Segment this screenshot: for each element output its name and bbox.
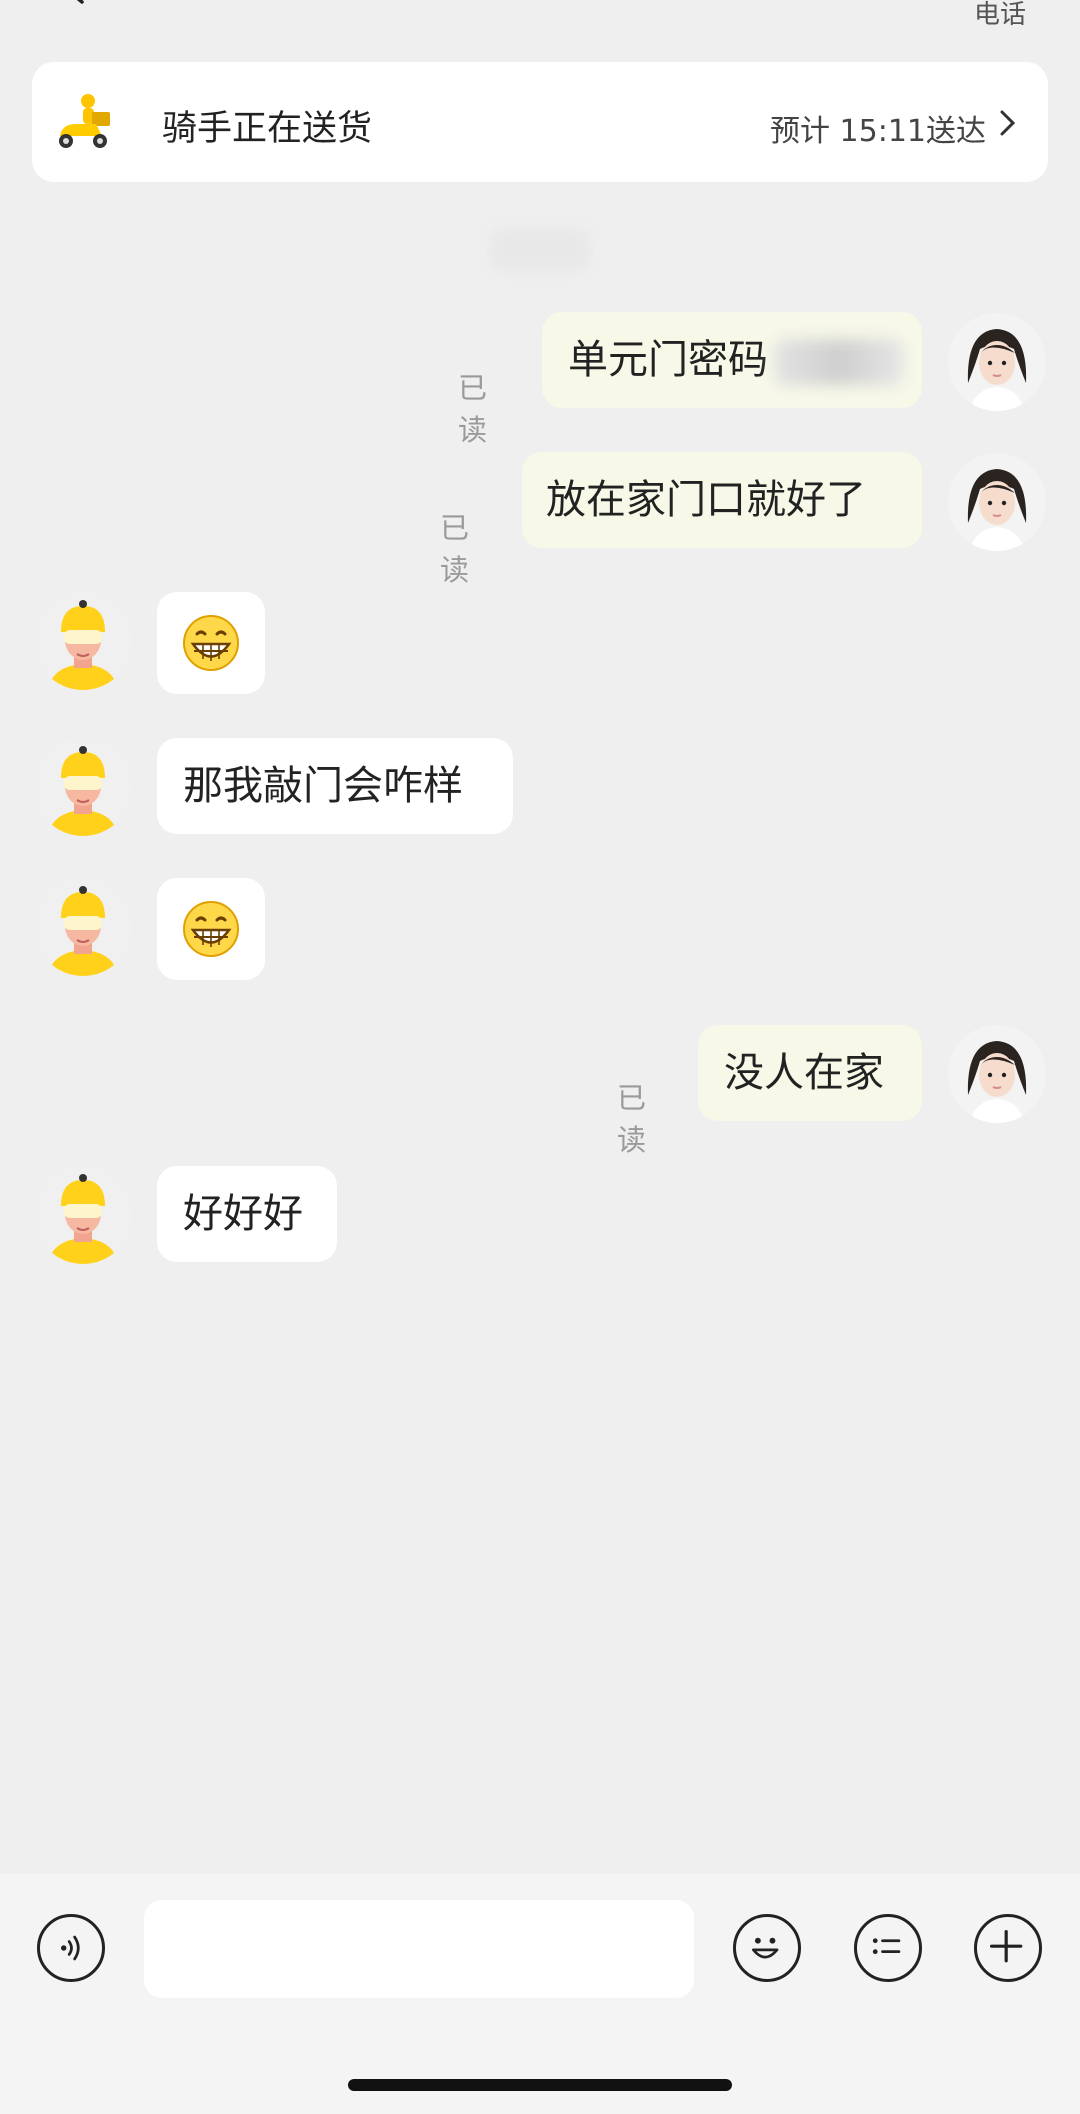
user-avatar[interactable] (948, 1025, 1046, 1123)
message-bubble[interactable]: 好好好 (157, 1166, 337, 1262)
message-bubble[interactable]: 单元门密码 (542, 312, 922, 408)
grin-emoji-icon (183, 901, 239, 957)
voice-button[interactable] (37, 1914, 105, 1982)
read-label: 已读 (458, 371, 488, 447)
input-bar (0, 1874, 1080, 2114)
read-label: 已读 (617, 1081, 647, 1157)
chat-screen: 电话 骑手正在送货 预计 15:11送达 已读 单元门密码 已读 放在家门口就好… (0, 0, 1080, 2114)
chevron-right-icon (1000, 110, 1016, 136)
grin-emoji-icon (183, 615, 239, 671)
quick-reply-icon (872, 1938, 901, 1955)
rider-avatar[interactable] (34, 592, 132, 690)
delivery-status-card[interactable]: 骑手正在送货 预计 15:11送达 (32, 62, 1048, 182)
emoji-button[interactable] (733, 1914, 801, 1982)
user-avatar[interactable] (948, 453, 1046, 551)
message-text: 那我敲门会咋样 (183, 763, 463, 809)
blurred-timestamp (490, 228, 590, 272)
eta-text: 预计 15:11送达 (770, 114, 986, 149)
message-bubble[interactable] (157, 592, 265, 694)
rider-scooter-icon (59, 94, 110, 148)
plus-button[interactable] (974, 1914, 1042, 1982)
header: 电话 (0, 0, 1080, 40)
rider-avatar[interactable] (34, 738, 132, 836)
read-label: 已读 (440, 511, 470, 587)
redacted-password (774, 339, 904, 385)
message-text: 好好好 (183, 1191, 303, 1237)
message-bubble[interactable]: 那我敲门会咋样 (157, 738, 513, 834)
message-bubble[interactable]: 没人在家 (698, 1025, 922, 1121)
rider-avatar[interactable] (34, 878, 132, 976)
plus-icon (989, 1929, 1023, 1963)
delivery-status-text: 骑手正在送货 (162, 109, 373, 149)
message-text: 放在家门口就好了 (546, 477, 866, 523)
message-bubble[interactable] (157, 878, 265, 980)
message-bubble[interactable]: 放在家门口就好了 (522, 452, 922, 548)
back-arrow-icon[interactable] (62, 0, 90, 6)
message-input[interactable] (144, 1900, 694, 1998)
voice-icon (60, 1935, 80, 1961)
message-text: 没人在家 (724, 1050, 884, 1096)
user-avatar[interactable] (948, 313, 1046, 411)
emoji-icon (751, 1937, 779, 1959)
message-text: 单元门密码 (568, 337, 768, 383)
rider-avatar[interactable] (34, 1166, 132, 1264)
quick-reply-button[interactable] (854, 1914, 922, 1982)
phone-button[interactable]: 电话 (974, 0, 1026, 31)
home-indicator (348, 2079, 732, 2091)
